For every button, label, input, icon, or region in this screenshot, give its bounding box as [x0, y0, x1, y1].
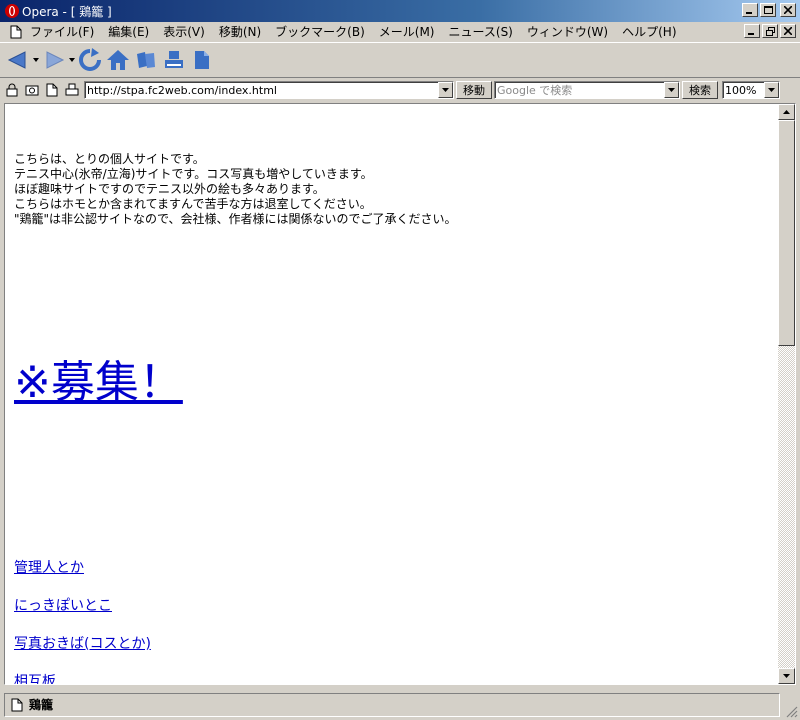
menu-file[interactable]: ファイル(F): [28, 23, 101, 40]
intro-line: ほぼ趣味サイトですのでテニス以外の絵も多々あります。: [14, 182, 325, 196]
url-input[interactable]: http://stpa.fc2web.com/index.html: [84, 81, 454, 99]
back-history-dropdown[interactable]: [32, 46, 40, 74]
close-icon: [784, 27, 792, 35]
chevron-down-icon: [33, 58, 39, 62]
tab-title: 鶏籠: [29, 698, 54, 712]
document-window-controls: [744, 24, 796, 38]
menu-navigate[interactable]: 移動(N): [212, 23, 268, 40]
link-diary[interactable]: にっきぽいとこ: [14, 597, 778, 615]
page-tab[interactable]: 鶏籠: [4, 692, 780, 717]
chevron-down-icon: [768, 88, 775, 92]
forward-history-dropdown[interactable]: [68, 46, 76, 74]
bookmarks-icon: [137, 52, 155, 68]
url-text: http://stpa.fc2web.com/index.html: [87, 83, 277, 97]
page-viewport: こちらは、とりの個人サイトです。 テニス中心(氷帝/立海)サイトです。コス写真も…: [4, 103, 796, 685]
status-bar: 鶏籠: [0, 689, 800, 720]
forward-button[interactable]: [40, 46, 68, 74]
menu-news[interactable]: ニュース(S): [441, 23, 519, 40]
arrow-up-icon: [783, 110, 790, 114]
page-info-button[interactable]: [188, 46, 216, 74]
link-board[interactable]: 相互板: [14, 673, 778, 684]
recruit-link[interactable]: ※募集！: [14, 357, 183, 409]
chevron-down-icon: [668, 88, 675, 92]
go-button[interactable]: 移動: [456, 81, 492, 99]
menu-window[interactable]: ウィンドウ(W): [520, 23, 615, 40]
window-controls: [742, 3, 796, 17]
intro-text: こちらは、とりの個人サイトです。 テニス中心(氷帝/立海)サイトです。コス写真も…: [14, 152, 778, 227]
bookmarks-button[interactable]: [132, 46, 160, 74]
print-button[interactable]: [160, 46, 188, 74]
chevron-down-icon: [442, 88, 449, 92]
menu-edit[interactable]: 編集(E): [101, 23, 156, 40]
minimize-icon: [746, 12, 752, 14]
lock-icon: [6, 83, 18, 97]
camera-button[interactable]: [24, 82, 40, 98]
forward-icon: [46, 51, 65, 69]
url-history-dropdown[interactable]: [438, 82, 453, 98]
reload-icon: [79, 48, 101, 71]
search-input[interactable]: Google で検索: [494, 81, 680, 99]
doc-minimize-button[interactable]: [744, 24, 760, 38]
minimize-icon: [748, 33, 754, 35]
scroll-thumb[interactable]: [778, 120, 795, 346]
search-button[interactable]: 検索: [682, 81, 718, 99]
opera-logo-icon: [5, 4, 19, 18]
search-engine-dropdown[interactable]: [664, 82, 679, 98]
print-small-button[interactable]: [64, 82, 80, 98]
menu-bookmarks[interactable]: ブックマーク(B): [268, 23, 372, 40]
zoom-value: 100%: [725, 83, 757, 97]
printer-icon: [65, 83, 79, 96]
scroll-up-button[interactable]: [778, 104, 795, 120]
print-icon: [165, 51, 183, 68]
reload-button[interactable]: [76, 46, 104, 74]
navigation-toolbar: [0, 42, 800, 78]
doc-restore-button[interactable]: [762, 24, 778, 38]
link-admin[interactable]: 管理人とか: [14, 559, 778, 577]
maximize-icon: [763, 6, 773, 14]
camera-icon: [25, 85, 39, 96]
close-button[interactable]: [780, 3, 796, 17]
document-icon: [46, 83, 58, 97]
home-button[interactable]: [104, 46, 132, 74]
doc-close-button[interactable]: [780, 24, 796, 38]
document-icon[interactable]: [10, 25, 22, 39]
security-button[interactable]: [4, 82, 20, 98]
intro-line: "鶏籠"は非公認サイトなので、会社様、作者様には関係ないのでご了承ください。: [14, 212, 457, 226]
address-bar: http://stpa.fc2web.com/index.html 移動 Goo…: [0, 79, 800, 101]
zoom-select[interactable]: 100%: [722, 81, 780, 99]
title-bar: Opera - [ 鶏籠 ]: [0, 0, 800, 22]
resize-grip-icon[interactable]: [786, 706, 798, 718]
new-page-button[interactable]: [44, 82, 60, 98]
link-photos[interactable]: 写真おきば(コスとか): [14, 635, 778, 653]
restore-icon: [765, 26, 775, 36]
menu-bar: ファイル(F) 編集(E) 表示(V) 移動(N) ブックマーク(B) メール(…: [0, 22, 800, 41]
home-icon: [107, 50, 129, 70]
vertical-scrollbar[interactable]: [778, 104, 795, 684]
scroll-down-button[interactable]: [778, 668, 795, 684]
back-icon: [7, 51, 26, 69]
minimize-button[interactable]: [742, 3, 758, 17]
arrow-down-icon: [783, 674, 790, 678]
intro-line: こちらは、とりの個人サイトです。: [14, 152, 205, 166]
maximize-button[interactable]: [760, 3, 776, 17]
nav-links: 管理人とか にっきぽいとこ 写真おきば(コスとか) 相互板: [14, 559, 778, 684]
back-button[interactable]: [4, 46, 32, 74]
intro-line: こちらはホモとか含まれてますんで苦手な方は退室してください。: [14, 197, 372, 211]
zoom-dropdown[interactable]: [764, 82, 779, 98]
menu-mail[interactable]: メール(M): [372, 23, 442, 40]
menu-view[interactable]: 表示(V): [156, 23, 212, 40]
page-icon: [195, 51, 209, 69]
chevron-down-icon: [69, 58, 75, 62]
intro-line: テニス中心(氷帝/立海)サイトです。コス写真も増やしていきます。: [14, 167, 373, 181]
menu-help[interactable]: ヘルプ(H): [615, 23, 683, 40]
search-placeholder: Google で検索: [497, 84, 573, 97]
page-content: こちらは、とりの個人サイトです。 テニス中心(氷帝/立海)サイトです。コス写真も…: [5, 104, 778, 684]
document-icon: [11, 698, 23, 711]
window-title: Opera - [ 鶏籠 ]: [22, 4, 112, 19]
close-icon: [784, 6, 792, 14]
